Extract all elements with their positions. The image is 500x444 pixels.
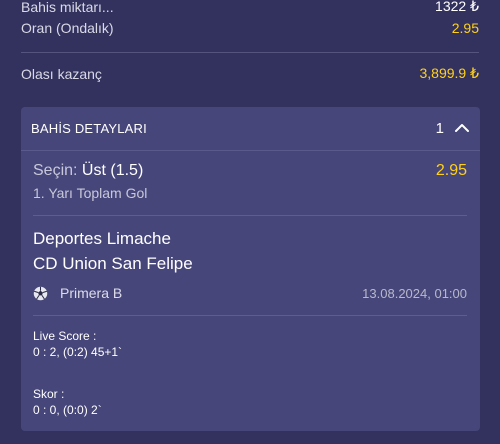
card-divider: [33, 215, 467, 216]
league-row: Primera B 13.08.2024, 01:00: [33, 285, 467, 301]
league-name: Primera B: [60, 285, 123, 301]
home-team: Deportes Limache: [33, 229, 171, 248]
summary-divider: [21, 52, 479, 53]
potential-win-label: Olası kazanç: [21, 65, 102, 82]
score-label: Skor :: [33, 387, 65, 401]
odds-value: 2.95: [451, 20, 479, 36]
selection-line: Seçin: Üst (1.5): [33, 162, 143, 180]
stake-value: 1322 ₺: [435, 0, 479, 14]
live-score-label: Live Score :: [33, 329, 97, 343]
bet-details-header[interactable]: BAHİS DETAYLARI 1: [21, 107, 480, 151]
chevron-up-icon[interactable]: [454, 121, 470, 135]
stake-label: Bahis miktarı...: [21, 0, 114, 15]
potential-win-value: 3,899.9 ₺: [419, 65, 479, 81]
selection-prefix: Seçin:: [33, 162, 78, 179]
market-name: 1. Yarı Toplam Gol: [33, 185, 148, 201]
away-team: CD Union San Felipe: [33, 254, 193, 273]
bet-details-card: BAHİS DETAYLARI 1 Seçin: Üst (1.5) 2.95 …: [21, 107, 480, 431]
score-value: 0 : 0, (0:0) 2`: [33, 403, 102, 417]
soccer-ball-icon: [33, 286, 48, 300]
bet-details-title: BAHİS DETAYLARI: [31, 121, 147, 136]
odds-row: Oran (Ondalık) 2.95: [21, 20, 479, 36]
bet-count: 1: [435, 120, 444, 137]
odds-label: Oran (Ondalık): [21, 20, 114, 36]
live-score-value: 0 : 2, (0:2) 45+1`: [33, 345, 123, 359]
league-info: Primera B: [33, 285, 122, 301]
selection-odds: 2.95: [435, 162, 467, 179]
match-datetime: 13.08.2024, 01:00: [362, 285, 467, 301]
selection-value: Üst (1.5): [81, 162, 144, 179]
stake-row: Bahis miktarı... 1322 ₺: [21, 0, 479, 15]
potential-win-row: Olası kazanç 3,899.9 ₺: [21, 65, 479, 82]
card-divider: [33, 315, 467, 316]
